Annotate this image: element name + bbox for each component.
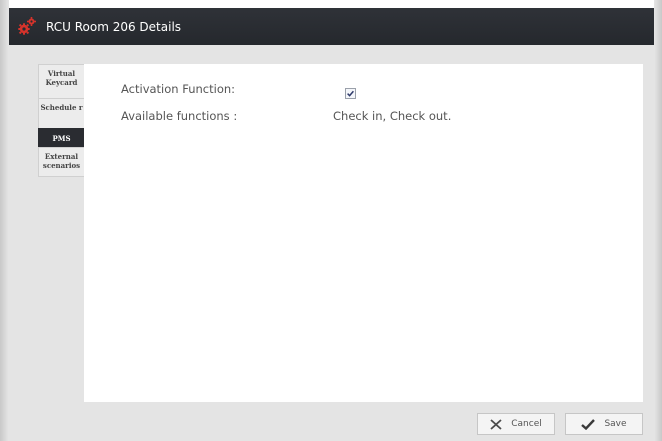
activation-function-checkbox[interactable]	[345, 88, 356, 99]
cancel-button-label: Cancel	[511, 419, 542, 429]
side-tabs: Virtual Keycard Schedule r PMS External …	[38, 64, 85, 177]
available-functions-value: Check in, Check out.	[333, 109, 452, 123]
available-functions-label: Available functions :	[121, 109, 238, 123]
tab-pms[interactable]: PMS	[38, 128, 85, 147]
title-bar[interactable]: RCU Room 206 Details	[9, 8, 654, 45]
pms-panel: Activation Function: Available functions…	[84, 64, 643, 402]
save-button[interactable]: Save	[565, 413, 643, 435]
gears-icon	[16, 15, 36, 35]
checkmark-icon	[347, 90, 354, 97]
checkmark-icon	[581, 418, 596, 430]
close-icon	[490, 418, 502, 430]
save-button-label: Save	[604, 419, 627, 429]
tab-scheduler[interactable]: Schedule r	[38, 98, 85, 128]
activation-function-label: Activation Function:	[121, 82, 236, 96]
window-frame-right	[654, 0, 662, 441]
cancel-button[interactable]: Cancel	[477, 413, 555, 435]
tab-external-scenarios[interactable]: External scenarios	[38, 147, 85, 177]
details-window: RCU Room 206 Details Virtual Keycard Sch…	[9, 8, 654, 441]
window-title: RCU Room 206 Details	[46, 19, 182, 34]
tab-virtual-keycard[interactable]: Virtual Keycard	[38, 64, 85, 98]
window-frame-left	[0, 0, 9, 441]
